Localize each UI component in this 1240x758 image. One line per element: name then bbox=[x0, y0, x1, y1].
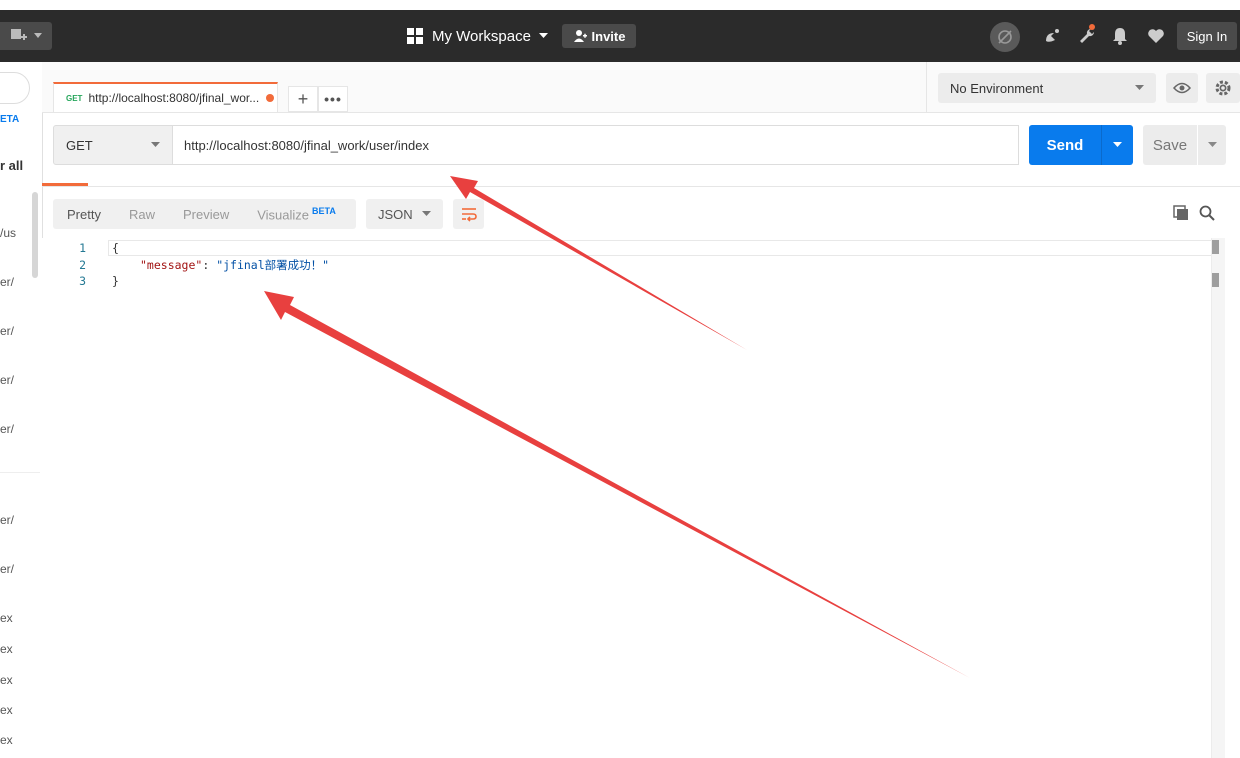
chevron-down-icon bbox=[1113, 142, 1122, 147]
sign-in-button[interactable]: Sign In bbox=[1177, 22, 1237, 50]
json-open-brace: { bbox=[112, 241, 119, 255]
environment-selected-label: No Environment bbox=[950, 80, 1044, 96]
scrollbar-marker bbox=[1212, 240, 1219, 254]
tab-pretty[interactable]: Pretty bbox=[53, 207, 115, 222]
history-item[interactable]: er/ bbox=[0, 373, 14, 387]
chevron-down-icon bbox=[422, 211, 431, 216]
eye-icon bbox=[1173, 82, 1191, 94]
history-item[interactable]: er/ bbox=[0, 562, 14, 576]
send-options-button[interactable] bbox=[1102, 142, 1133, 148]
add-user-icon bbox=[573, 30, 587, 42]
app-header: My Workspace Invite Sign In bbox=[0, 10, 1240, 62]
environment-select[interactable]: No Environment bbox=[938, 73, 1156, 103]
history-item[interactable]: ex bbox=[0, 611, 13, 625]
bell-icon bbox=[1113, 28, 1127, 45]
format-label: JSON bbox=[378, 206, 413, 222]
invite-button[interactable]: Invite bbox=[562, 24, 636, 48]
grid-icon bbox=[407, 28, 423, 44]
line-number: 1 bbox=[79, 241, 86, 255]
sync-off-icon bbox=[998, 30, 1012, 44]
settings-wrench-button[interactable] bbox=[1077, 24, 1097, 46]
workspace-switcher[interactable]: My Workspace bbox=[406, 24, 548, 48]
invite-label: Invite bbox=[591, 28, 626, 44]
history-item[interactable]: ex bbox=[0, 642, 13, 656]
sidebar: ETA r all /us er/ er/ er/ er/ er/ er/ ex… bbox=[0, 62, 43, 758]
current-line-highlight bbox=[108, 240, 1212, 256]
request-tab[interactable]: GET http://localhost:8080/jfinal_wor... bbox=[53, 82, 278, 112]
line-number: 3 bbox=[79, 274, 86, 288]
environment-quick-look-button[interactable] bbox=[1166, 73, 1198, 103]
satellite-icon bbox=[1046, 29, 1059, 42]
gear-icon bbox=[1215, 80, 1231, 96]
json-close-brace: } bbox=[112, 274, 119, 288]
url-input[interactable]: http://localhost:8080/jfinal_work/user/i… bbox=[172, 125, 1019, 165]
history-item[interactable]: ex bbox=[0, 673, 13, 687]
history-item[interactable]: er/ bbox=[0, 422, 14, 436]
history-item[interactable]: er/ bbox=[0, 275, 14, 289]
history-item[interactable]: ex bbox=[0, 733, 13, 747]
beta-badge: BETA bbox=[312, 205, 336, 216]
history-item[interactable]: ex bbox=[0, 703, 13, 717]
history-item[interactable]: /us bbox=[0, 226, 16, 240]
wrap-lines-button[interactable] bbox=[453, 199, 484, 229]
sidebar-divider bbox=[0, 472, 40, 473]
visualize-label: Visualize bbox=[257, 207, 310, 223]
method-select[interactable]: GET bbox=[53, 125, 173, 165]
line-number: 2 bbox=[79, 258, 86, 272]
sidebar-clear-all-link[interactable]: r all bbox=[0, 158, 23, 173]
more-horizontal-icon: ••• bbox=[324, 91, 342, 107]
new-tab-button[interactable]: + bbox=[288, 86, 318, 112]
json-key: "message" bbox=[140, 258, 203, 272]
notification-dot bbox=[1089, 24, 1095, 30]
editor-scrollbar[interactable] bbox=[1211, 238, 1225, 758]
sidebar-scrollbar[interactable] bbox=[32, 192, 38, 278]
save-button[interactable]: Save bbox=[1143, 125, 1197, 165]
sidebar-search-input[interactable] bbox=[0, 72, 30, 104]
new-button[interactable] bbox=[0, 22, 52, 50]
copy-icon[interactable] bbox=[1172, 204, 1190, 222]
sync-status-button[interactable] bbox=[990, 22, 1020, 52]
heart-icon bbox=[1148, 29, 1164, 43]
tab-raw[interactable]: Raw bbox=[115, 207, 169, 222]
chevron-down-icon bbox=[538, 33, 548, 38]
json-line: "message": "jfinal部署成功！" bbox=[140, 257, 329, 273]
satellite-button[interactable] bbox=[1042, 26, 1062, 46]
wrap-lines-icon bbox=[461, 208, 477, 222]
send-button[interactable]: Send bbox=[1029, 125, 1133, 165]
sidebar-beta-badge: ETA bbox=[0, 114, 20, 125]
tab-preview[interactable]: Preview bbox=[169, 207, 243, 222]
workspace-label: My Workspace bbox=[432, 27, 531, 45]
history-item[interactable]: er/ bbox=[0, 513, 14, 527]
search-icon[interactable] bbox=[1198, 204, 1216, 222]
save-options-button[interactable] bbox=[1198, 125, 1226, 165]
history-item[interactable]: er/ bbox=[0, 324, 14, 338]
section-divider bbox=[42, 186, 1240, 187]
plus-icon: + bbox=[297, 88, 309, 109]
tab-method-label: GET bbox=[66, 93, 83, 103]
heart-button[interactable] bbox=[1146, 26, 1166, 46]
chevron-down-icon bbox=[151, 142, 160, 147]
chevron-down-icon bbox=[1135, 85, 1144, 90]
tab-options-button[interactable]: ••• bbox=[318, 86, 348, 112]
json-colon: : bbox=[202, 258, 210, 272]
manage-environments-button[interactable] bbox=[1206, 73, 1240, 103]
unsaved-dot-icon bbox=[266, 94, 275, 102]
chevron-down-icon bbox=[34, 33, 42, 38]
tab-visualize[interactable]: Visualize BETA bbox=[243, 206, 350, 222]
notifications-button[interactable] bbox=[1110, 26, 1130, 46]
send-label: Send bbox=[1046, 136, 1084, 154]
json-string-value: "jfinal部署成功！" bbox=[216, 258, 330, 272]
response-body-editor[interactable] bbox=[42, 238, 1212, 758]
scrollbar-marker bbox=[1212, 273, 1219, 287]
response-format-select[interactable]: JSON bbox=[366, 199, 443, 229]
new-icon bbox=[11, 29, 27, 40]
method-label: GET bbox=[66, 137, 93, 153]
tab-url-label: http://localhost:8080/jfinal_wor... bbox=[88, 91, 260, 105]
response-view-tabs: Pretty Raw Preview Visualize BETA bbox=[53, 199, 356, 229]
chevron-down-icon bbox=[1207, 142, 1217, 147]
